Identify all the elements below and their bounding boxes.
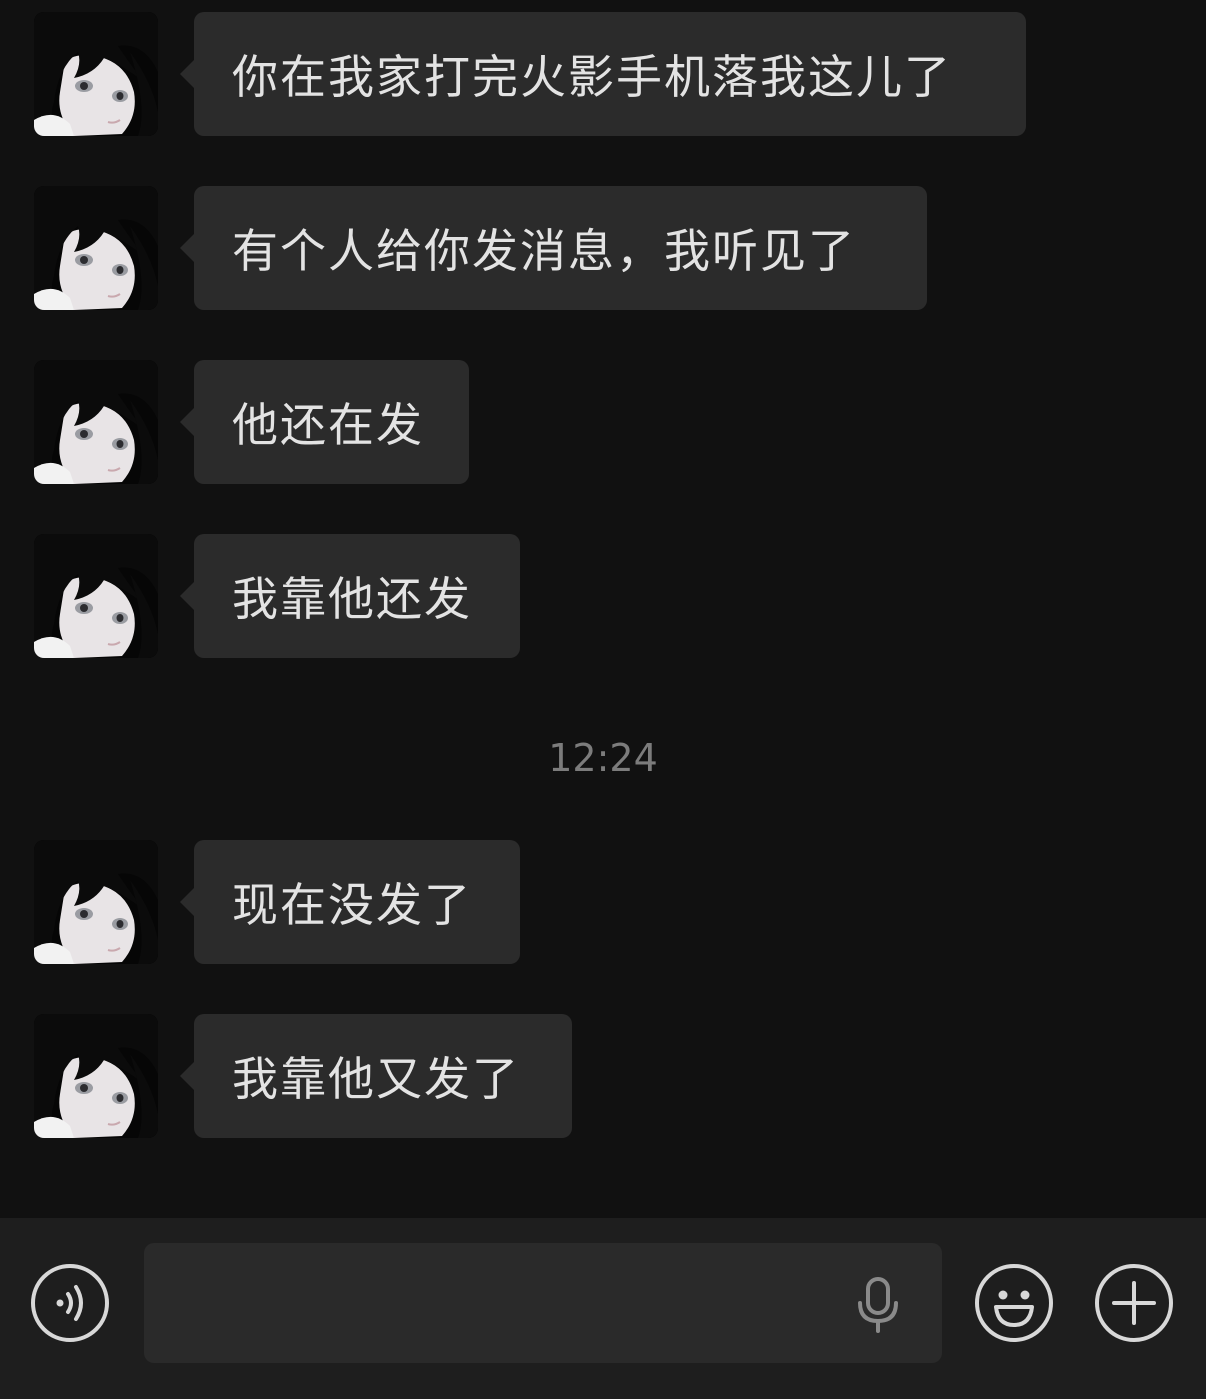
- message-row: 现在没发了: [0, 840, 1206, 964]
- message-bubble[interactable]: 你在我家打完火影手机落我这儿了: [180, 12, 1026, 136]
- sender-avatar[interactable]: [34, 12, 158, 136]
- sender-avatar[interactable]: [34, 360, 158, 484]
- chat-timestamp: 12:24: [548, 736, 658, 780]
- sender-avatar[interactable]: [34, 534, 158, 658]
- chat-message-list[interactable]: 你在我家打完火影手机落我这儿了 有个人给你发消息，我听见了 他还在发 我靠他还发…: [0, 0, 1206, 1218]
- mic-button[interactable]: [856, 1277, 900, 1333]
- voice-toggle-button[interactable]: [30, 1263, 110, 1343]
- message-row: 他还在发: [0, 360, 1206, 484]
- message-text: 他还在发: [232, 398, 424, 452]
- message-text: 我靠他又发了: [232, 1052, 520, 1106]
- voice-icon: [31, 1264, 109, 1342]
- message-text: 你在我家打完火影手机落我这儿了: [232, 50, 952, 104]
- chat-input-bar: [0, 1218, 1206, 1399]
- message-row: 有个人给你发消息，我听见了: [0, 186, 1206, 310]
- sender-avatar[interactable]: [34, 1014, 158, 1138]
- message-text: 我靠他还发: [232, 572, 472, 626]
- message-row: 你在我家打完火影手机落我这儿了: [0, 12, 1206, 136]
- message-bubble[interactable]: 他还在发: [180, 360, 469, 484]
- message-bubble[interactable]: 现在没发了: [180, 840, 520, 964]
- sender-avatar[interactable]: [34, 840, 158, 964]
- sender-avatar[interactable]: [34, 186, 158, 310]
- more-actions-button[interactable]: [1094, 1263, 1174, 1343]
- message-text: 现在没发了: [232, 878, 472, 932]
- message-bubble[interactable]: 我靠他还发: [180, 534, 520, 658]
- message-row: 我靠他还发: [0, 534, 1206, 658]
- emoji-icon: [975, 1264, 1053, 1342]
- message-bubble[interactable]: 我靠他又发了: [180, 1014, 572, 1138]
- message-text: 有个人给你发消息，我听见了: [232, 224, 856, 278]
- message-input[interactable]: [144, 1243, 942, 1363]
- mic-icon: [858, 1277, 898, 1333]
- emoji-button[interactable]: [974, 1263, 1054, 1343]
- message-row: 我靠他又发了: [0, 1014, 1206, 1138]
- plus-icon: [1095, 1264, 1173, 1342]
- message-bubble[interactable]: 有个人给你发消息，我听见了: [180, 186, 927, 310]
